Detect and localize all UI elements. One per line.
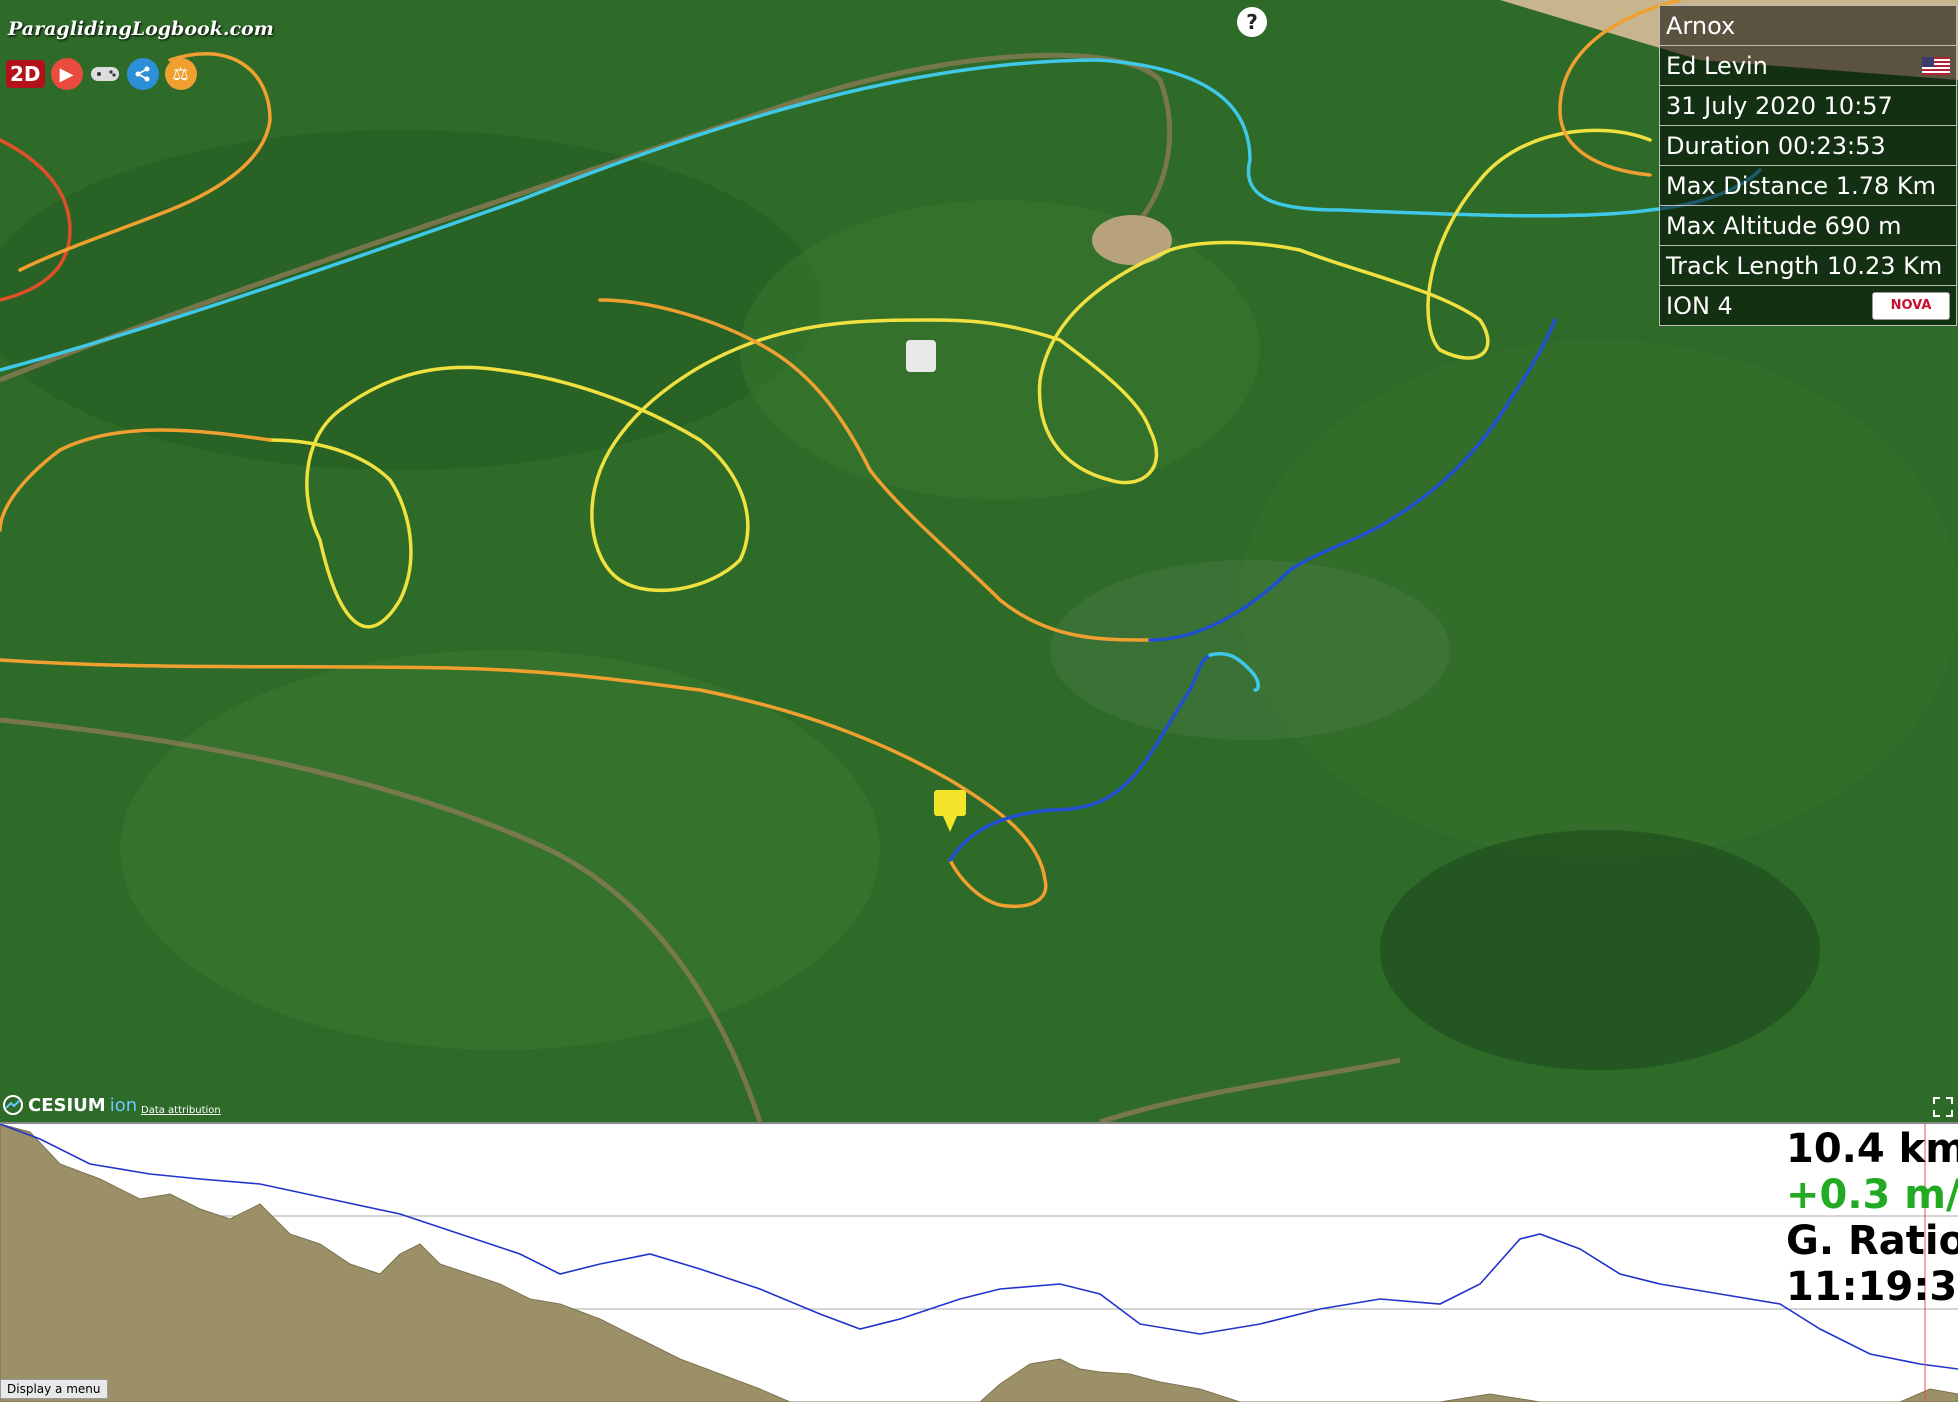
glide-ratio: G. Ratio [1786, 1218, 1958, 1264]
live-readout: 10.4 km +0.3 m/ G. Ratio 11:19:3 [1786, 1126, 1958, 1310]
altitude-profile-graph [0, 1124, 1958, 1402]
track-length-row: Track Length 10.23 Km [1660, 246, 1956, 286]
current-time: 11:19:3 [1786, 1264, 1958, 1310]
date-row: 31 July 2020 10:57 [1660, 86, 1956, 126]
flight-duration: Duration 00:23:53 [1666, 131, 1886, 160]
flight-info-panel: Arnox Ed Levin 31 July 2020 10:57 Durati… [1659, 5, 1957, 326]
map-toolbar: 2D ▶ ⚖ [6, 58, 197, 90]
duration-row: Duration 00:23:53 [1660, 126, 1956, 166]
us-flag-icon [1922, 56, 1950, 75]
toggle-2d-button[interactable]: 2D [6, 60, 45, 88]
current-distance: 10.4 km [1786, 1126, 1958, 1172]
ground-elevation-area [0, 1124, 1958, 1402]
cesium-icon [3, 1095, 23, 1115]
max-altitude-row: Max Altitude 690 m [1660, 206, 1956, 246]
current-vario: +0.3 m/ [1786, 1172, 1958, 1218]
app-logo[interactable]: ParaglidingLogbook.com [8, 18, 274, 40]
track-length: Track Length 10.23 Km [1666, 251, 1943, 280]
site-name[interactable]: Ed Levin [1666, 52, 1768, 80]
display-menu-button[interactable]: Display a menu [0, 1379, 108, 1399]
play-icon[interactable]: ▶ [50, 58, 83, 90]
cesium-text: CESIUM [28, 1094, 106, 1116]
data-attribution-link[interactable]: Data attribution [141, 1105, 221, 1116]
pilot-name[interactable]: Arnox [1666, 12, 1735, 40]
flight-date: 31 July 2020 10:57 [1666, 91, 1893, 120]
altitude-profile-chart[interactable] [0, 1122, 1958, 1402]
site-row: Ed Levin [1660, 46, 1956, 86]
glider-name[interactable]: ION 4 [1666, 292, 1733, 320]
max-altitude: Max Altitude 690 m [1666, 211, 1902, 240]
help-button[interactable]: ? [1237, 7, 1267, 37]
share-icon[interactable] [126, 58, 159, 90]
glider-row: ION 4 NOVA [1660, 286, 1956, 325]
max-distance-row: Max Distance 1.78 Km [1660, 166, 1956, 206]
gamepad-icon[interactable] [89, 58, 121, 90]
scale-icon[interactable]: ⚖ [164, 58, 197, 90]
map-3d-view[interactable]: ParaglidingLogbook.com 2D ▶ ⚖ ? Arnox Ed… [0, 0, 1958, 1122]
max-distance: Max Distance 1.78 Km [1666, 171, 1936, 200]
pilot-row: Arnox [1660, 6, 1956, 46]
glider-brand-logo: NOVA [1872, 291, 1950, 320]
cesium-ion-text: ion [109, 1094, 138, 1116]
cesium-logo[interactable]: CESIUM ion [2, 1094, 137, 1116]
fullscreen-icon[interactable] [1932, 1096, 1954, 1118]
